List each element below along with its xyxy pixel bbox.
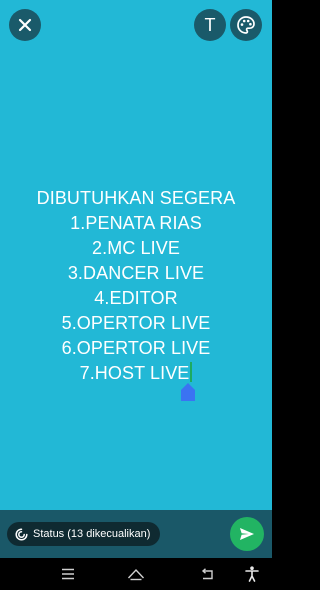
status-privacy-icon xyxy=(15,527,28,541)
send-button[interactable] xyxy=(230,517,264,551)
status-privacy-label: Status (13 dikecualikan) xyxy=(33,528,151,540)
status-footer: Status (13 dikecualikan) xyxy=(0,510,272,558)
status-text-line: DIBUTUHKAN SEGERA xyxy=(36,188,236,208)
color-palette-button[interactable] xyxy=(230,9,262,41)
status-text-input[interactable]: DIBUTUHKAN SEGERA 1.PENATA RIAS 2.MC LIV… xyxy=(0,186,272,386)
status-text-line: 3.DANCER LIVE xyxy=(67,263,205,283)
back-button[interactable] xyxy=(196,564,218,584)
text-style-button[interactable]: T xyxy=(194,9,226,41)
text-selection-handle[interactable] xyxy=(181,383,195,401)
palette-icon xyxy=(237,16,255,34)
menu-icon xyxy=(62,568,74,580)
home-button[interactable] xyxy=(125,564,147,584)
text-cursor xyxy=(190,362,193,382)
status-text-line: 1.PENATA RIAS xyxy=(70,213,202,233)
status-text-line: 4.EDITOR xyxy=(94,288,178,308)
status-text-last-line: 7.HOST LIVE xyxy=(0,361,272,386)
close-icon xyxy=(18,18,32,32)
system-navigation-bar xyxy=(0,558,272,590)
close-button[interactable] xyxy=(9,9,41,41)
home-icon xyxy=(127,568,145,581)
status-text-line: 7.HOST LIVE xyxy=(79,363,190,383)
back-icon xyxy=(201,568,213,580)
status-text-line: 5.OPERTOR LIVE xyxy=(61,313,211,333)
status-privacy-button[interactable]: Status (13 dikecualikan) xyxy=(7,522,161,546)
recent-apps-button[interactable] xyxy=(57,564,79,584)
accessibility-button[interactable] xyxy=(241,564,263,584)
send-icon xyxy=(240,528,254,540)
status-text-line: 2.MC LIVE xyxy=(92,238,180,258)
accessibility-icon xyxy=(245,566,259,582)
status-text-line: 6.OPERTOR LIVE xyxy=(61,338,211,358)
status-text-editor: T DIBUTUHKAN SEGERA 1.PENATA RIAS 2.MC L… xyxy=(0,0,272,590)
text-style-icon: T xyxy=(204,14,216,35)
